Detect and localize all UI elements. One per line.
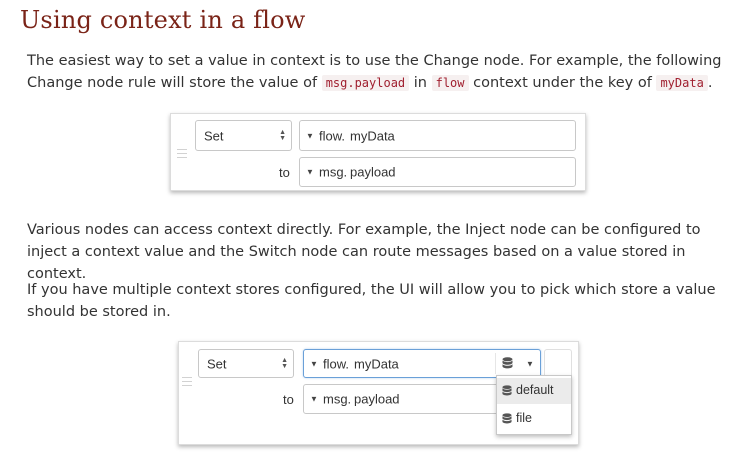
action-select[interactable]: Set ▲ ▼ — [198, 349, 294, 378]
source-type-label: msg. — [323, 391, 352, 407]
updown-arrows-icon: ▲ ▼ — [281, 356, 288, 370]
store-dropdown-caret-icon[interactable]: ▼ — [526, 359, 534, 368]
source-value: payload — [354, 391, 400, 407]
store-option-label: default — [516, 383, 554, 397]
source-property-input[interactable]: ▼ msg. payload — [299, 157, 576, 187]
para-text: context under the key of — [468, 75, 657, 91]
target-type-label: flow. — [323, 356, 350, 371]
updown-arrows-icon: ▲ ▼ — [279, 128, 286, 142]
target-value: myData — [354, 356, 399, 371]
action-select[interactable]: Set ▲ ▼ — [195, 120, 292, 151]
drag-handle-icon[interactable] — [177, 149, 187, 158]
para-text: in — [409, 75, 432, 91]
drag-handle-icon[interactable] — [182, 377, 192, 386]
inline-code: msg.payload — [321, 75, 410, 91]
para-text: . — [707, 75, 713, 91]
action-select-value: Set — [204, 128, 224, 143]
inline-code: myData — [656, 75, 708, 91]
database-icon[interactable] — [502, 357, 513, 373]
change-rule-example-1: Set ▲ ▼ ▼ flow. myData to ▼ msg. payload — [170, 113, 586, 191]
to-label: to — [279, 165, 290, 180]
source-value: payload — [350, 164, 396, 180]
paragraph-context-stores: If you have multiple context stores conf… — [27, 282, 716, 320]
database-icon — [502, 413, 512, 424]
database-icon — [502, 385, 512, 396]
source-type-label: msg. — [319, 164, 348, 180]
input-separator — [495, 353, 496, 374]
inline-code: flow — [431, 75, 469, 91]
store-option-file[interactable]: file — [497, 406, 571, 432]
paragraph-nodes-access: Various nodes can access context directl… — [27, 222, 701, 282]
target-value: myData — [350, 128, 395, 143]
type-dropdown-caret-icon[interactable]: ▼ — [306, 168, 314, 177]
store-option-label: file — [516, 411, 532, 425]
store-option-default[interactable]: default — [497, 378, 571, 404]
page-title: Using context in a flow — [20, 6, 306, 34]
type-dropdown-caret-icon[interactable]: ▼ — [310, 359, 318, 368]
target-property-input[interactable]: ▼ flow. myData ▼ — [303, 349, 541, 378]
type-dropdown-caret-icon[interactable]: ▼ — [306, 131, 314, 140]
to-label: to — [283, 392, 294, 407]
source-property-input[interactable]: ▼ msg. payload — [303, 384, 503, 414]
context-store-menu: default file — [496, 375, 572, 435]
type-dropdown-caret-icon[interactable]: ▼ — [310, 395, 318, 404]
target-type-label: flow. — [319, 128, 346, 143]
store-picker-frame — [544, 349, 572, 378]
target-property-input[interactable]: ▼ flow. myData — [299, 120, 576, 151]
paragraph-change-node: The easiest way to set a value in contex… — [27, 50, 732, 94]
action-select-value: Set — [207, 356, 227, 371]
